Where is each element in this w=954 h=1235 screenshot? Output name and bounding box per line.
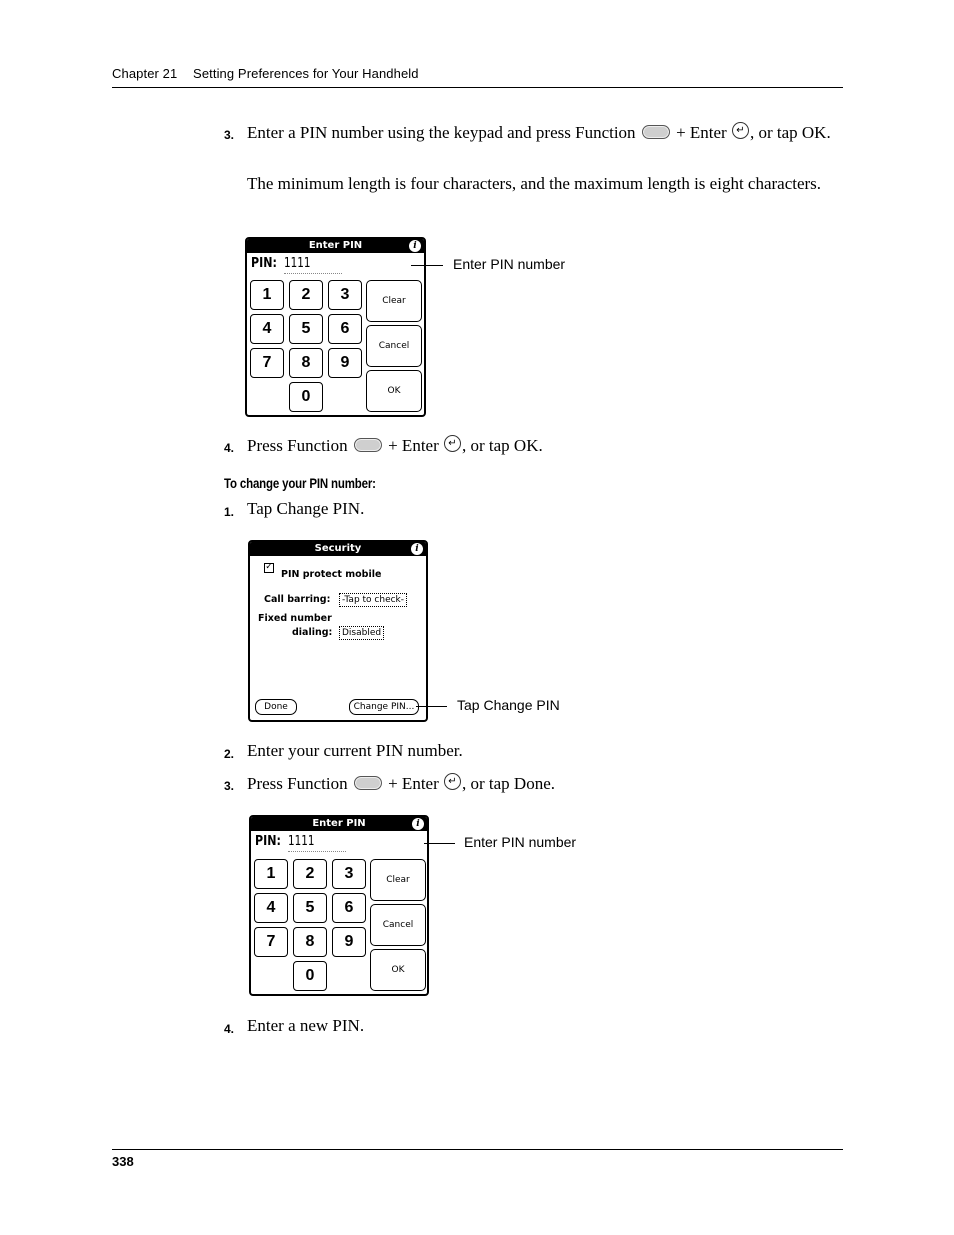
fixed-dialing-selector[interactable]: Disabled: [339, 626, 385, 640]
call-barring-selector[interactable]: -Tap to check-: [339, 593, 408, 607]
key-0[interactable]: 0: [293, 961, 327, 991]
header-rule: [112, 87, 843, 88]
pin-protect-label: PIN protect mobile: [281, 569, 382, 580]
pin-underline: [288, 851, 346, 852]
clear-button[interactable]: Clear: [366, 280, 422, 322]
screen-title: Enter PIN i: [251, 817, 427, 831]
step-4-enter-new-pin: 4. Enter a new PIN.: [224, 1016, 834, 1036]
enter-key-icon: ↵: [444, 773, 461, 790]
function-key-icon: [353, 438, 382, 452]
step-number: 1.: [224, 505, 235, 519]
step-number: 3.: [224, 128, 235, 142]
key-1[interactable]: 1: [250, 280, 284, 310]
info-icon[interactable]: i: [411, 543, 423, 555]
step-3-press-function: 3. Press Function + Enter ↵, or tap Done…: [224, 773, 834, 794]
pin-input[interactable]: 1111: [288, 834, 314, 849]
dialing-label: dialing:: [292, 627, 333, 638]
cancel-button[interactable]: Cancel: [370, 904, 426, 946]
key-5[interactable]: 5: [293, 893, 327, 923]
pin-length-note: The minimum length is four characters, a…: [247, 174, 822, 193]
function-key-icon: [641, 125, 670, 139]
done-button[interactable]: Done: [255, 699, 297, 715]
callout-enter-pin-number: Enter PIN number: [464, 834, 577, 850]
key-2[interactable]: 2: [293, 859, 327, 889]
screen-title: Enter PIN i: [247, 239, 424, 253]
page-number: 338: [112, 1154, 134, 1169]
step-4-press-function: 4. Press Function + Enter ↵, or tap OK.: [224, 435, 834, 456]
enter-pin-screen: Enter PIN i PIN: 1111 1 2 3 4 5 6 7 8 9 …: [245, 237, 426, 417]
key-1[interactable]: 1: [254, 859, 288, 889]
key-8[interactable]: 8: [293, 927, 327, 957]
pin-label: PIN:: [255, 834, 281, 849]
key-7[interactable]: 7: [250, 348, 284, 378]
key-4[interactable]: 4: [254, 893, 288, 923]
callout-line: [416, 706, 447, 707]
pin-protect-checkbox[interactable]: ✓: [264, 563, 274, 573]
screen-title: Security i: [250, 542, 426, 556]
key-8[interactable]: 8: [289, 348, 323, 378]
step-number: 2.: [224, 747, 235, 761]
change-pin-button[interactable]: Change PIN...: [349, 699, 419, 715]
step-1-tap-change-pin: 1. Tap Change PIN.: [224, 499, 834, 519]
info-icon[interactable]: i: [412, 818, 424, 830]
running-head: Chapter 21 Setting Preferences for Your …: [112, 66, 419, 81]
key-0[interactable]: 0: [289, 382, 323, 412]
enter-key-icon: ↵: [444, 435, 461, 452]
key-9[interactable]: 9: [332, 927, 366, 957]
step-number: 4.: [224, 1022, 235, 1036]
key-2[interactable]: 2: [289, 280, 323, 310]
pin-input[interactable]: 1111: [284, 256, 310, 271]
key-3[interactable]: 3: [332, 859, 366, 889]
step-2-enter-current-pin: 2. Enter your current PIN number.: [224, 741, 834, 761]
ok-button[interactable]: OK: [370, 949, 426, 991]
enter-key-icon: ↵: [731, 122, 749, 139]
step-number: 4.: [224, 441, 235, 455]
call-barring-label: Call barring:: [264, 594, 331, 605]
section-subhead: To change your PIN number:: [224, 475, 376, 491]
info-icon[interactable]: i: [409, 240, 421, 252]
callout-enter-pin-number: Enter PIN number: [453, 256, 566, 272]
security-screen: Security i ✓ PIN protect mobile Call bar…: [248, 540, 428, 722]
enter-pin-screen-2: Enter PIN i PIN: 1111 1 2 3 4 5 6 7 8 9 …: [249, 815, 429, 996]
pin-label: PIN:: [251, 256, 277, 271]
clear-button[interactable]: Clear: [370, 859, 426, 901]
function-key-icon: [353, 776, 382, 790]
chapter-title: Setting Preferences for Your Handheld: [193, 66, 419, 81]
key-7[interactable]: 7: [254, 927, 288, 957]
key-6[interactable]: 6: [332, 893, 366, 923]
cancel-button[interactable]: Cancel: [366, 325, 422, 367]
ok-button[interactable]: OK: [366, 370, 422, 412]
key-6[interactable]: 6: [328, 314, 362, 344]
callout-tap-change-pin: Tap Change PIN: [457, 697, 560, 713]
step-3-enter-pin: 3. Enter a PIN number using the keypad a…: [224, 122, 834, 143]
fixed-number-label: Fixed number: [258, 613, 332, 624]
key-5[interactable]: 5: [289, 314, 323, 344]
key-3[interactable]: 3: [328, 280, 362, 310]
step-number: 3.: [224, 779, 235, 793]
callout-line: [424, 843, 455, 844]
footer-rule: [112, 1149, 843, 1150]
callout-line: [411, 265, 443, 266]
key-9[interactable]: 9: [328, 348, 362, 378]
pin-underline: [284, 273, 342, 274]
key-4[interactable]: 4: [250, 314, 284, 344]
chapter-label: Chapter 21: [112, 66, 178, 81]
